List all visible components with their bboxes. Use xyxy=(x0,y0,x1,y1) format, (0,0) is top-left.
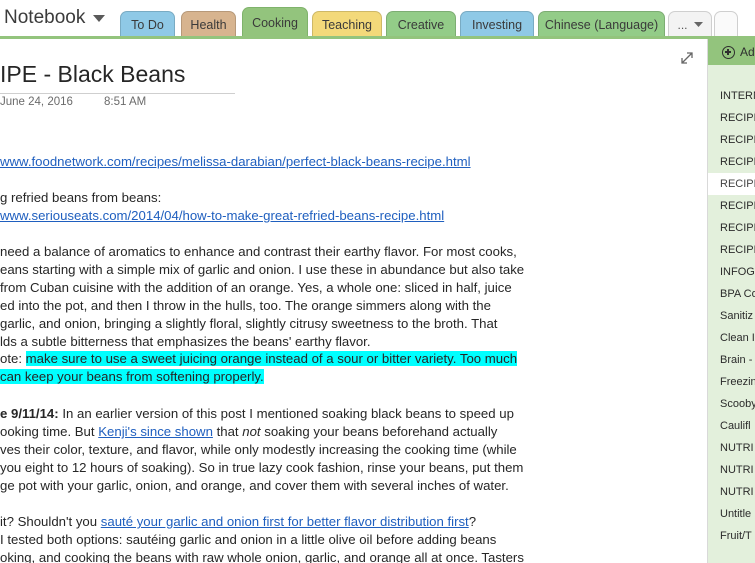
note-line: www.seriouseats.com/2014/04/how-to-make-… xyxy=(0,207,444,225)
note-line: e 9/11/14: In an earlier version of this… xyxy=(0,405,514,423)
page-list-item[interactable]: RECIPE xyxy=(708,129,755,151)
page-list-item[interactable]: Sanitiz xyxy=(708,305,755,327)
note-line: eans starting with a simple mix of garli… xyxy=(0,262,525,277)
page-list-item[interactable]: BPA Co xyxy=(708,283,755,305)
tab-label: Health xyxy=(190,18,227,32)
update-text: soaking your beans beforehand actually xyxy=(260,424,498,439)
tab-health[interactable]: Health xyxy=(181,11,236,38)
tab-label: To Do xyxy=(131,18,164,32)
note-prefix: ote: xyxy=(0,351,26,366)
page-list: INTERNRECIPERECIPERECIPERECIPERECIPERECI… xyxy=(708,65,755,563)
page-list-item[interactable]: RECIPE xyxy=(708,195,755,217)
more-sections-button[interactable]: ... xyxy=(668,11,712,38)
chevron-down-icon xyxy=(693,22,703,27)
note-line: ote: make sure to use a sweet juicing or… xyxy=(0,350,518,368)
add-page-button[interactable]: Ad xyxy=(708,39,755,65)
page-time: 8:51 AM xyxy=(104,96,147,108)
chevron-down-icon xyxy=(93,14,106,22)
note-line: ooking time. But Kenji's since shown tha… xyxy=(0,423,497,441)
tab-label: Chinese (Language) xyxy=(544,18,659,32)
notebook-selector[interactable]: Notebook xyxy=(0,4,106,32)
page-list-pane: Ad INTERNRECIPERECIPERECIPERECIPERECIPER… xyxy=(707,39,755,563)
page-list-item[interactable]: Freezin xyxy=(708,371,755,393)
tab-cooking[interactable]: Cooking xyxy=(242,7,308,38)
tab-label: Investing xyxy=(471,18,523,32)
page-list-item[interactable]: Fruit/T xyxy=(708,525,755,547)
note-line: need a balance of aromatics to enhance a… xyxy=(0,244,517,259)
update-text: In an earlier version of this post I men… xyxy=(58,406,514,421)
highlighted-note: can keep your beans from softening prope… xyxy=(0,369,264,384)
seriouseats-link[interactable]: www.seriouseats.com/2014/04/how-to-make-… xyxy=(0,208,444,223)
note-line: garlic, and onion, bringing a slightly f… xyxy=(0,316,498,331)
plus-circle-icon xyxy=(722,45,735,59)
expand-icon[interactable] xyxy=(680,51,694,65)
page-list-item[interactable]: INTERN xyxy=(708,85,755,107)
page-list-item[interactable]: Untitle xyxy=(708,503,755,525)
page-canvas[interactable]: IPE - Black Beans June 24, 2016 8:51 AM … xyxy=(0,39,707,563)
tab-teaching[interactable]: Teaching xyxy=(312,11,382,38)
page-list-item[interactable]: RECIPE xyxy=(708,151,755,173)
update-heading: e 9/11/14: xyxy=(0,406,59,421)
tab-chinese-language[interactable]: Chinese (Language) xyxy=(538,11,665,38)
tab-label: Teaching xyxy=(321,18,373,32)
note-line: ge pot with your garlic, onion, and oran… xyxy=(0,478,509,493)
page-list-item[interactable]: NUTRI xyxy=(708,459,755,481)
tab-investing[interactable]: Investing xyxy=(460,11,534,38)
page-list-item[interactable]: RECIPE xyxy=(708,239,755,261)
foodnetwork-link[interactable]: www.foodnetwork.com/recipes/melissa-dara… xyxy=(0,154,471,169)
note-line: lds a subtle bitterness that emphasizes … xyxy=(0,334,371,349)
tab-creative[interactable]: Creative xyxy=(386,11,456,38)
title-divider xyxy=(0,93,235,94)
page-list-item[interactable]: RECIPE xyxy=(708,107,755,129)
note-line: oking, and cooking the beans with raw wh… xyxy=(0,550,524,563)
question-text: ? xyxy=(468,514,477,529)
kenji-link[interactable]: Kenji's since shown xyxy=(98,424,213,439)
note-line: you eight to 12 hours of soaking). So in… xyxy=(0,460,524,475)
page-date: June 24, 2016 xyxy=(0,96,73,108)
more-sections-label: ... xyxy=(677,18,688,32)
add-section-tab[interactable] xyxy=(714,11,738,38)
add-page-label: Ad xyxy=(740,45,755,59)
tab-to-do[interactable]: To Do xyxy=(120,11,175,38)
note-line: ed into the pot, and then I throw in the… xyxy=(0,298,491,313)
note-line: g refried beans from beans: xyxy=(0,190,162,205)
note-line: can keep your beans from softening prope… xyxy=(0,368,264,386)
note-line: it? Shouldn't you sauté your garlic and … xyxy=(0,513,476,531)
update-text: that xyxy=(212,424,243,439)
update-text: ooking time. But xyxy=(0,424,99,439)
page-list-item[interactable]: NUTRI xyxy=(708,437,755,459)
emphasis-text: not xyxy=(242,424,261,439)
page-title[interactable]: IPE - Black Beans xyxy=(0,61,185,88)
note-line: I tested both options: sautéing garlic a… xyxy=(0,532,497,547)
page-list-item[interactable]: Clean I xyxy=(708,327,755,349)
tab-label: Cooking xyxy=(252,16,298,30)
note-line: from Cuban cuisine with the addition of … xyxy=(0,280,512,295)
page-list-item[interactable]: RECIPE xyxy=(708,173,755,195)
question-text: it? Shouldn't you xyxy=(0,514,101,529)
notebook-navigation-bar: Notebook To Do Health Cooking Teaching C… xyxy=(0,0,755,39)
notebook-title: Notebook xyxy=(4,7,86,28)
page-list-item[interactable]: RECIPE xyxy=(708,217,755,239)
note-line: ves their color, texture, and flavor, wh… xyxy=(0,442,517,457)
highlighted-note: make sure to use a sweet juicing orange … xyxy=(25,351,518,366)
page-list-item[interactable]: Brain - xyxy=(708,349,755,371)
note-line: www.foodnetwork.com/recipes/melissa-dara… xyxy=(0,153,471,171)
page-list-item[interactable]: NUTRI xyxy=(708,481,755,503)
page-list-item[interactable]: Caulifl xyxy=(708,415,755,437)
tab-label: Creative xyxy=(397,18,445,32)
saute-link[interactable]: sauté your garlic and onion first for be… xyxy=(101,514,469,529)
page-list-item[interactable]: INFOG xyxy=(708,261,755,283)
page-list-item[interactable]: Scooby xyxy=(708,393,755,415)
